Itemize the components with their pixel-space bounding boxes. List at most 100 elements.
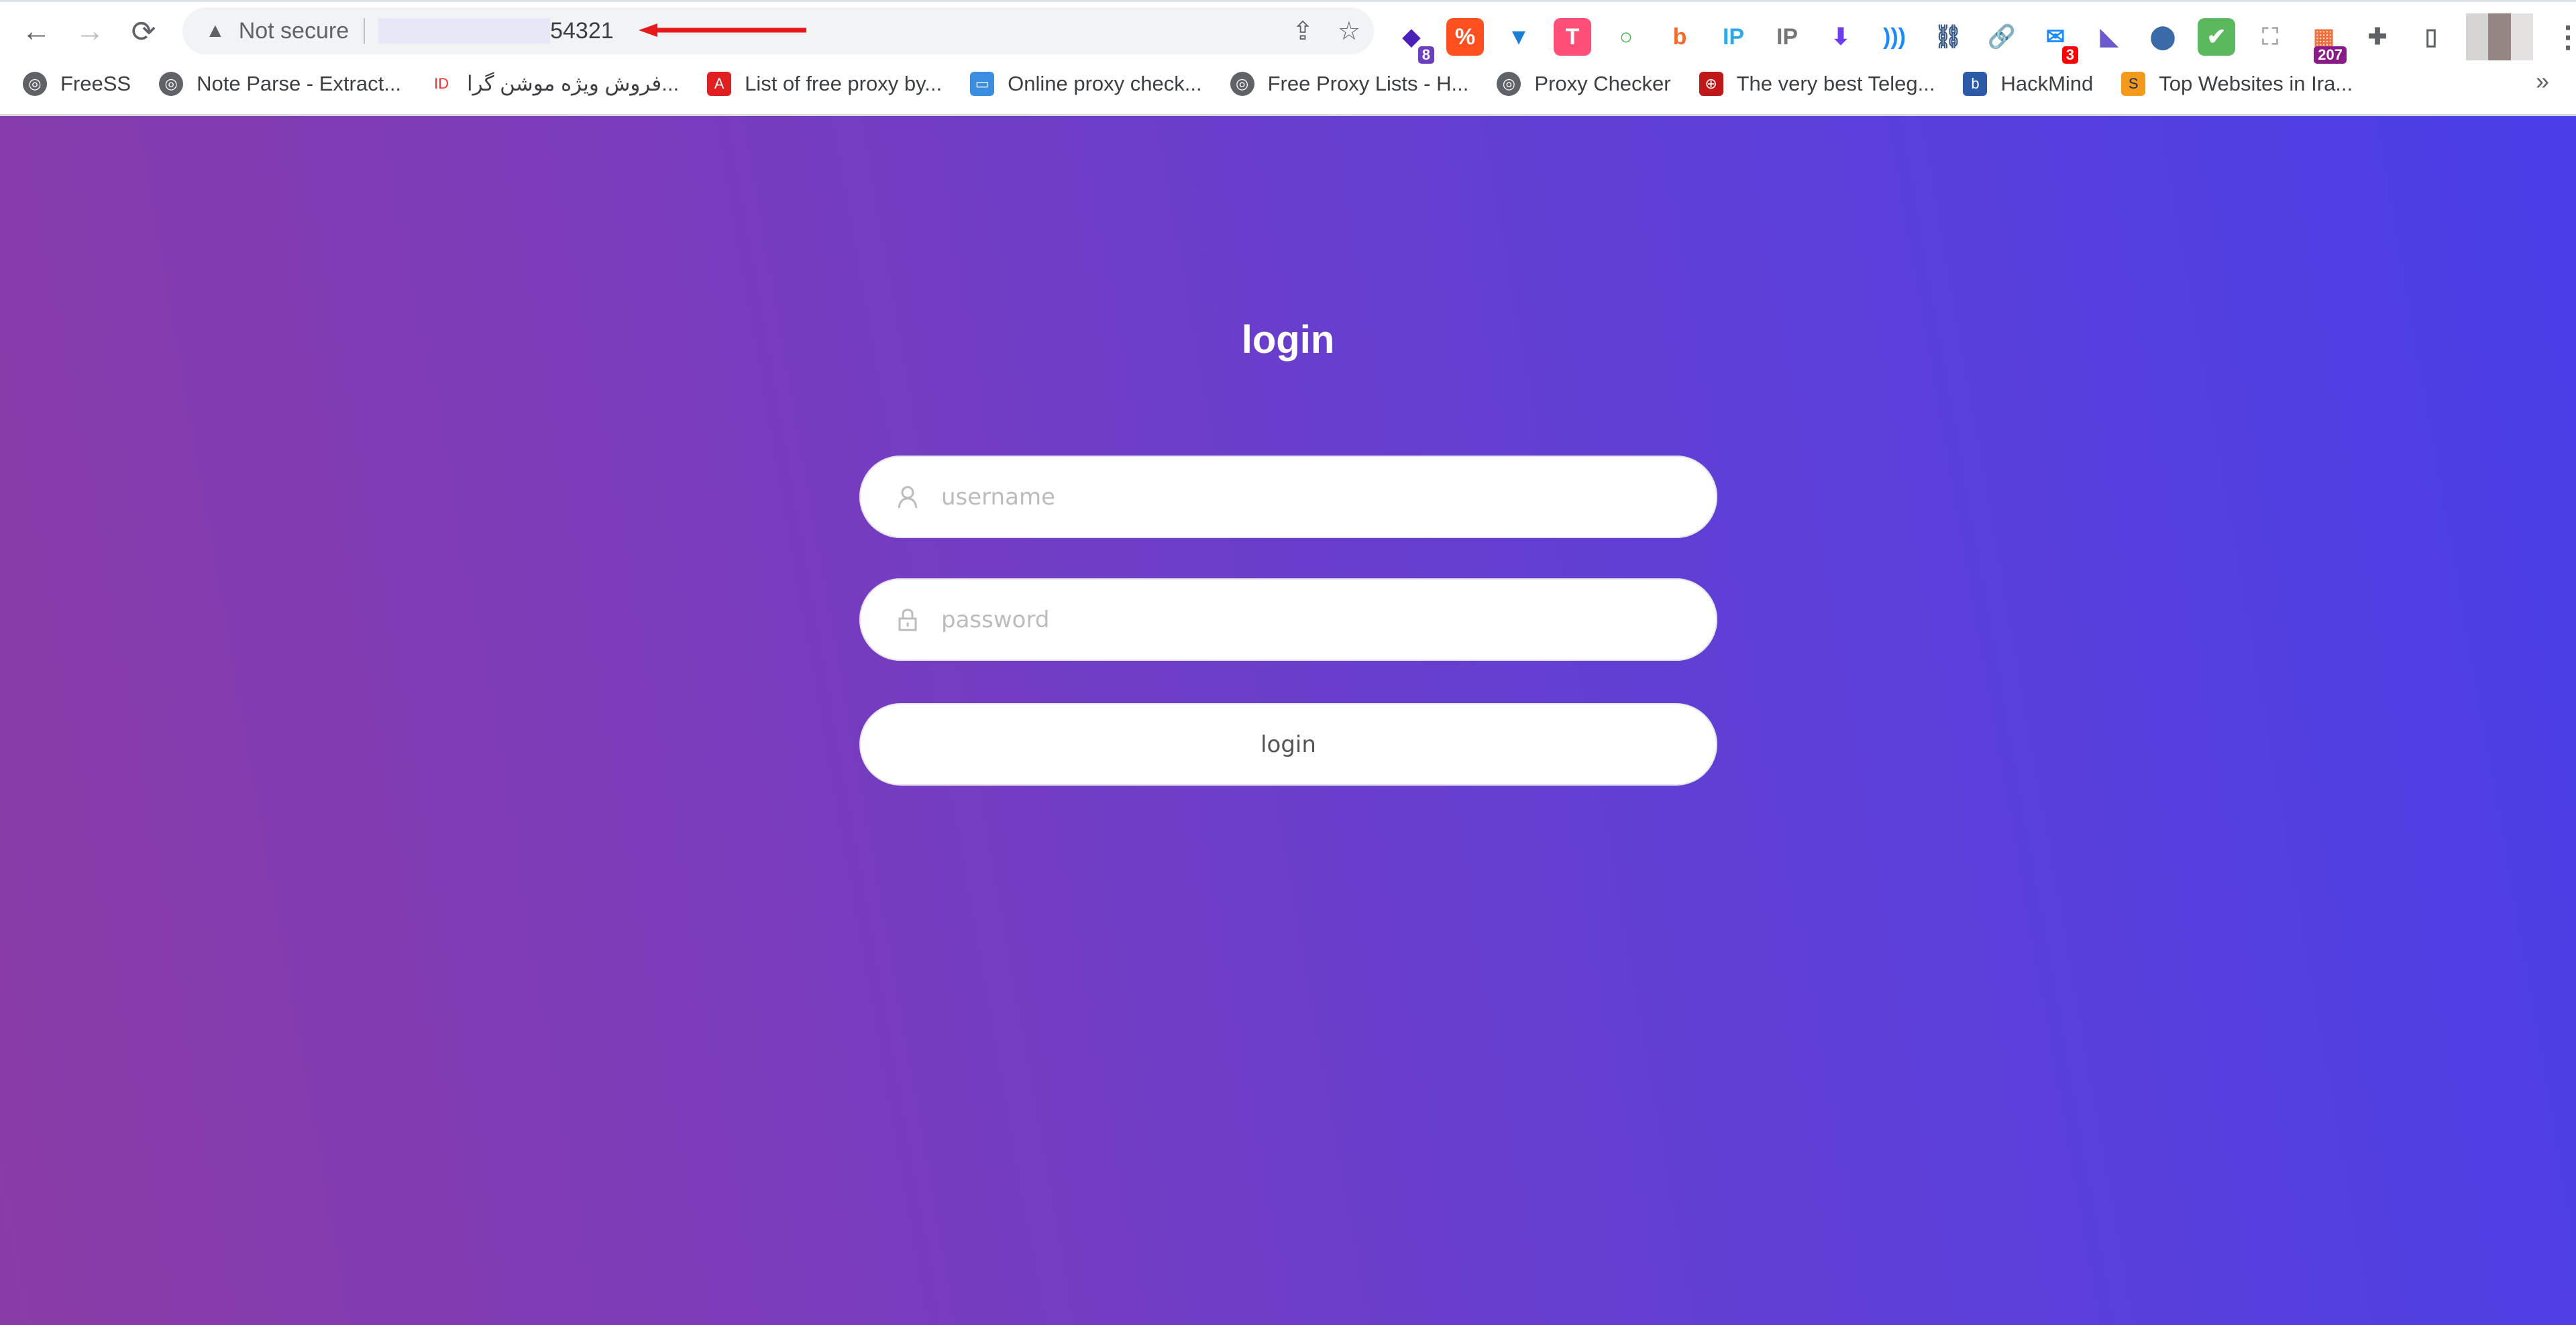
extension-badge: 3 [2061,46,2078,64]
bookmarks-overflow-button[interactable]: » [2536,67,2549,95]
extension-glyph: IP [1722,23,1745,50]
bookmark-label: فروش ویژه موشن گرا... [467,72,680,95]
bookmark-item[interactable]: ◎ Free Proxy Lists - H... [1230,72,1469,96]
extension-glyph: % [1454,23,1476,50]
bookmark-item[interactable]: ▭ Online proxy check... [970,72,1202,96]
ip-bubble-extension-icon[interactable]: IP [1715,18,1752,56]
extension-glyph: ▯ [2424,24,2438,50]
page-title: login [1241,318,1335,362]
bookmark-favicon-icon: ⊕ [1699,72,1723,96]
bookmark-label: Proxy Checker [1534,72,1671,95]
back-button[interactable]: ← [9,5,63,58]
bookmark-label: List of free proxy by... [745,72,943,95]
location-pin-extension-icon[interactable]: ⬤ [2144,18,2182,56]
bookmark-favicon-icon: S [2121,72,2146,96]
wave-extension-icon[interactable]: ))) [1876,18,1913,56]
user-icon [894,486,921,509]
bookmark-item[interactable]: ◎ Note Parse - Extract... [159,72,401,96]
extension-glyph: ✚ [2367,24,2387,50]
code-extension-icon[interactable]: % [1446,18,1484,56]
reload-button[interactable]: ⟳ [117,5,170,58]
bookmark-favicon-icon: ◎ [1497,72,1521,96]
extension-glyph: ))) [1883,23,1906,50]
reload-icon: ⟳ [131,15,156,48]
avatar-pixel [2466,13,2489,60]
share-icon[interactable]: ⇪ [1292,16,1313,46]
extension-glyph: ◣ [2100,24,2118,50]
bookmark-favicon-icon: ◎ [23,72,47,96]
extension-glyph: IP [1776,23,1799,50]
bookmark-label: FreeSS [60,72,131,95]
avatar-pixel [2488,13,2511,60]
ring-extension-icon[interactable]: ○ [1607,18,1645,56]
bookmark-item[interactable]: ◎ Proxy Checker [1497,72,1671,96]
login-button[interactable]: login [859,703,1717,786]
side-panel-icon[interactable]: ▯ [2412,18,2450,56]
bookmark-item[interactable]: S Top Websites in Ira... [2121,72,2353,96]
avatar-pixel [2510,13,2533,60]
bookmarks-bar: ◎ FreeSS ◎ Note Parse - Extract... ID فروش وی… [0,64,2576,104]
bookmark-favicon-icon: ID [434,75,449,92]
bookmark-item[interactable]: ID فروش ویژه موشن گرا... [429,72,679,96]
bookmark-favicon-icon: ◎ [1230,72,1254,96]
login-page: login login [0,116,2576,1325]
forward-button[interactable]: → [63,5,117,58]
mail-extension-icon[interactable]: ✉ 3 [2037,18,2078,64]
funnel-extension-icon[interactable]: ▼ [1500,18,1538,56]
chain-globe-extension-icon[interactable]: ⛓ [1929,18,1967,56]
address-separator [364,18,366,44]
password-input[interactable] [941,606,1612,633]
browser-toolbar: ← → ⟳ ▲ Not secure 54321 ⇪ ☆ ◆ 8% ▼ T ○ b IP IP… [0,4,2576,64]
username-field[interactable] [859,456,1717,538]
extension-glyph: ⬤ [2149,24,2176,50]
address-bar[interactable]: ▲ Not secure 54321 ⇪ ☆ [182,7,1374,54]
puzzle-extensions-icon[interactable]: ✚ [2359,18,2396,56]
bookmark-favicon-icon: A [707,72,732,96]
bookmark-star-icon[interactable]: ☆ [1338,16,1360,46]
download-extension-icon[interactable]: ⬇ [1822,18,1860,56]
extension-glyph: ✉ [2045,24,2065,50]
bookmark-label: The very best Teleg... [1736,72,1935,95]
link-extension-icon[interactable]: 🔗 [1983,18,2021,56]
t-extension-icon[interactable]: T [1554,18,1591,56]
b-extension-icon[interactable]: b [1661,18,1699,56]
url-port-text[interactable]: 54321 [550,18,614,44]
bookmark-item[interactable]: A List of free proxy by... [707,72,942,96]
security-status[interactable]: Not secure [239,18,349,44]
browser-menu-icon[interactable]: ⋮ [2549,18,2576,56]
password-field[interactable] [859,578,1717,661]
extension-glyph: ⛓ [1933,24,1963,50]
bookmark-item[interactable]: ◎ FreeSS [23,72,131,96]
calendar-extension-icon[interactable]: ▦ 207 [2305,18,2347,64]
forward-arrow-icon: → [75,15,105,48]
extension-glyph: ○ [1619,23,1633,50]
extension-glyph: ◆ [1402,24,1421,50]
stack-extension-icon[interactable]: ◆ 8 [1393,18,1434,64]
ip-search-extension-icon[interactable]: IP [1768,18,1806,56]
lock-icon [894,608,921,631]
screenshot-extension-icon[interactable]: ⛶ [2251,18,2289,56]
extension-glyph: ⬇ [1831,24,1851,50]
tron-extension-icon[interactable]: ◣ [2090,18,2128,56]
extension-badge: 207 [2314,46,2347,64]
extension-glyph: ✔ [2206,24,2226,50]
extension-glyph: ▼ [1507,23,1530,50]
tab-strip [0,0,2576,2]
bookmark-favicon-icon: ◎ [159,72,184,96]
bookmark-label: Top Websites in Ira... [2159,72,2353,95]
bookmark-item[interactable]: ⊕ The very best Teleg... [1699,72,1935,96]
extension-glyph: b [1672,23,1687,50]
bookmark-label: Free Proxy Lists - H... [1267,72,1469,95]
warning-triangle-icon[interactable]: ▲ [205,19,225,42]
bookmark-item[interactable]: b HackMind [1963,72,2093,96]
profile-avatar[interactable] [2466,13,2533,60]
back-arrow-icon: ← [21,15,51,48]
red-arrow-annotation-icon [639,23,806,37]
extension-badge: 8 [1417,46,1434,64]
bookmark-label: Note Parse - Extract... [197,72,402,95]
username-input[interactable] [941,483,1612,511]
extension-glyph: 🔗 [1987,24,2017,50]
shield-extension-icon[interactable]: ✔ [2198,18,2235,56]
bookmark-favicon-icon: ▭ [970,72,995,96]
bookmark-favicon-icon: b [1963,72,1988,96]
